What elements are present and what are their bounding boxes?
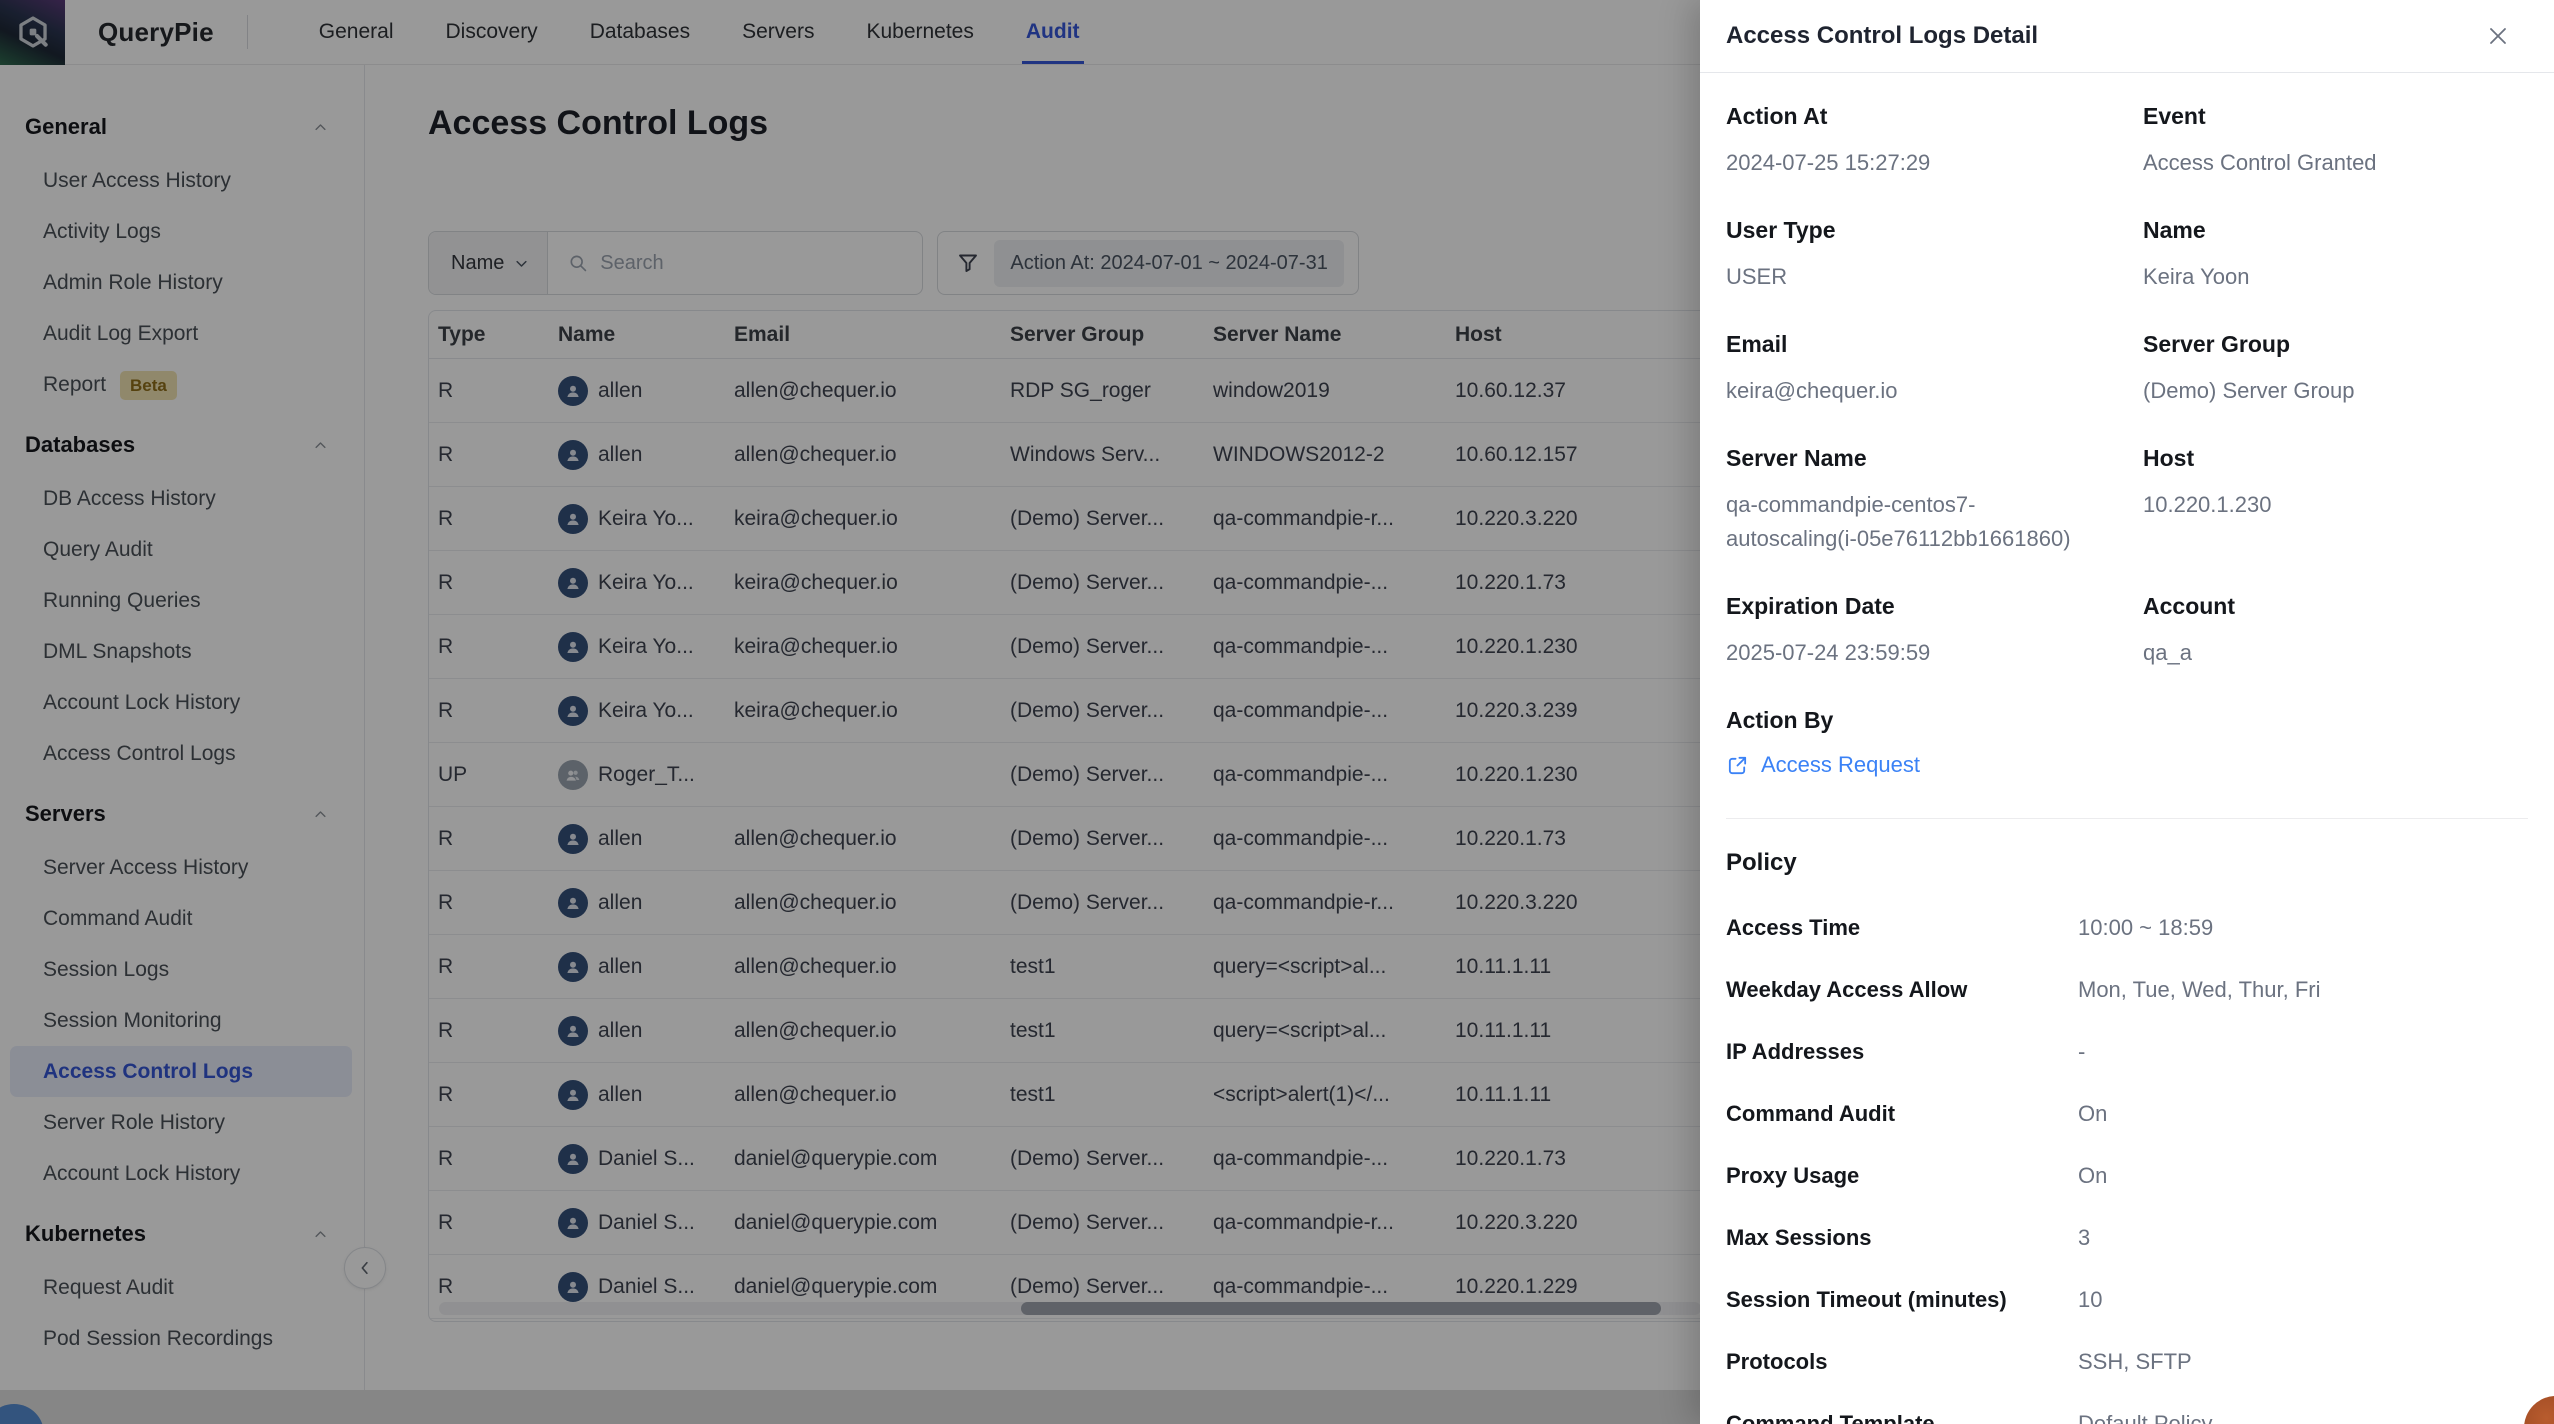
field-label: Action By — [1726, 707, 2143, 734]
policy-row-protocols: ProtocolsSSH, SFTP — [1726, 1349, 2528, 1375]
policy-value: Mon, Tue, Wed, Thur, Fri — [2078, 977, 2321, 1003]
policy-section-title: Policy — [1726, 849, 2528, 877]
access-request-label: Access Request — [1761, 752, 1920, 778]
field-label: Name — [2143, 217, 2528, 244]
policy-row-proxy-usage: Proxy UsageOn — [1726, 1163, 2528, 1189]
policy-label: Command Audit — [1726, 1101, 2078, 1127]
policy-value: - — [2078, 1039, 2085, 1065]
detail-field-row: Server Name qa-commandpie-centos7-autosca… — [1726, 445, 2528, 556]
close-icon — [2486, 24, 2510, 48]
policy-value: Default Policy — [2078, 1411, 2213, 1424]
policy-row-ip-addresses: IP Addresses- — [1726, 1039, 2528, 1065]
detail-field-account: Account qa_a — [2143, 593, 2528, 670]
policy-row-command-audit: Command AuditOn — [1726, 1101, 2528, 1127]
policy-label: IP Addresses — [1726, 1039, 2078, 1065]
detail-field-action-at: Action At 2024-07-25 15:27:29 — [1726, 103, 2143, 180]
detail-fields: Action At 2024-07-25 15:27:29 Event Access … — [1726, 103, 2528, 670]
detail-panel-title: Access Control Logs Detail — [1726, 22, 2038, 50]
external-link-icon — [1726, 754, 1749, 777]
field-value: 10.220.1.230 — [2143, 488, 2523, 522]
action-by-field: Action By Access Request — [1726, 707, 2143, 778]
policy-label: Proxy Usage — [1726, 1163, 2078, 1189]
policy-value: 3 — [2078, 1225, 2090, 1251]
detail-field-name: Name Keira Yoon — [2143, 217, 2528, 294]
policy-rows: Access Time10:00 ~ 18:59 Weekday Access A… — [1726, 915, 2528, 1424]
field-value: 2024-07-25 15:27:29 — [1726, 146, 2106, 180]
detail-field-server-name: Server Name qa-commandpie-centos7-autosca… — [1726, 445, 2143, 556]
detail-field-row: User Type USER Name Keira Yoon — [1726, 217, 2528, 294]
policy-value: SSH, SFTP — [2078, 1349, 2192, 1375]
field-label: User Type — [1726, 217, 2143, 244]
policy-row-weekday-access-allow: Weekday Access AllowMon, Tue, Wed, Thur,… — [1726, 977, 2528, 1003]
field-value: qa_a — [2143, 636, 2523, 670]
field-value: USER — [1726, 260, 2106, 294]
detail-field-email: Email keira@chequer.io — [1726, 331, 2143, 408]
detail-field-row: Action At 2024-07-25 15:27:29 Event Access … — [1726, 103, 2528, 180]
field-label: Expiration Date — [1726, 593, 2143, 620]
policy-value: 10 — [2078, 1287, 2102, 1313]
detail-field-server-group: Server Group (Demo) Server Group — [2143, 331, 2528, 408]
field-label: Action At — [1726, 103, 2143, 130]
policy-label: Access Time — [1726, 915, 2078, 941]
detail-field-row: Email keira@chequer.io Server Group (Demo) … — [1726, 331, 2528, 408]
detail-field-event: Event Access Control Granted — [2143, 103, 2528, 180]
policy-row-command-template: Command TemplateDefault Policy — [1726, 1411, 2528, 1424]
policy-row-max-sessions: Max Sessions3 — [1726, 1225, 2528, 1251]
policy-row-access-time: Access Time10:00 ~ 18:59 — [1726, 915, 2528, 941]
policy-label: Weekday Access Allow — [1726, 977, 2078, 1003]
policy-label: Session Timeout (minutes) — [1726, 1287, 2078, 1313]
access-request-link[interactable]: Access Request — [1726, 752, 2143, 778]
app-root: QueryPie GeneralDiscoveryDatabasesServer… — [0, 0, 2554, 1424]
field-value: 2025-07-24 23:59:59 — [1726, 636, 2106, 670]
detail-field-host: Host 10.220.1.230 — [2143, 445, 2528, 556]
field-label: Host — [2143, 445, 2528, 472]
policy-row-session-timeout-minutes-: Session Timeout (minutes)10 — [1726, 1287, 2528, 1313]
policy-value: On — [2078, 1163, 2107, 1189]
policy-label: Protocols — [1726, 1349, 2078, 1375]
detail-field-row: Expiration Date 2025-07-24 23:59:59 Accoun… — [1726, 593, 2528, 670]
field-value: Keira Yoon — [2143, 260, 2523, 294]
policy-value: 10:00 ~ 18:59 — [2078, 915, 2213, 941]
field-label: Event — [2143, 103, 2528, 130]
detail-panel: Access Control Logs Detail Action At 2024… — [1700, 0, 2554, 1424]
field-value: (Demo) Server Group — [2143, 374, 2523, 408]
detail-field-expiration-date: Expiration Date 2025-07-24 23:59:59 — [1726, 593, 2143, 670]
panel-divider — [1726, 818, 2528, 819]
field-value: Access Control Granted — [2143, 146, 2523, 180]
field-label: Email — [1726, 331, 2143, 358]
policy-label: Command Template — [1726, 1411, 2078, 1424]
field-label: Account — [2143, 593, 2528, 620]
field-value: keira@chequer.io — [1726, 374, 2106, 408]
policy-value: On — [2078, 1101, 2107, 1127]
detail-panel-body: Action At 2024-07-25 15:27:29 Event Access … — [1700, 73, 2554, 1424]
policy-label: Max Sessions — [1726, 1225, 2078, 1251]
field-label: Server Name — [1726, 445, 2143, 472]
detail-field-user-type: User Type USER — [1726, 217, 2143, 294]
detail-panel-header: Access Control Logs Detail — [1700, 0, 2554, 73]
field-value: qa-commandpie-centos7-autoscaling(i-05e7… — [1726, 488, 2106, 556]
field-label: Server Group — [2143, 331, 2528, 358]
close-button[interactable] — [2486, 24, 2510, 48]
action-by-group: Action By Access Request — [1726, 707, 2528, 778]
